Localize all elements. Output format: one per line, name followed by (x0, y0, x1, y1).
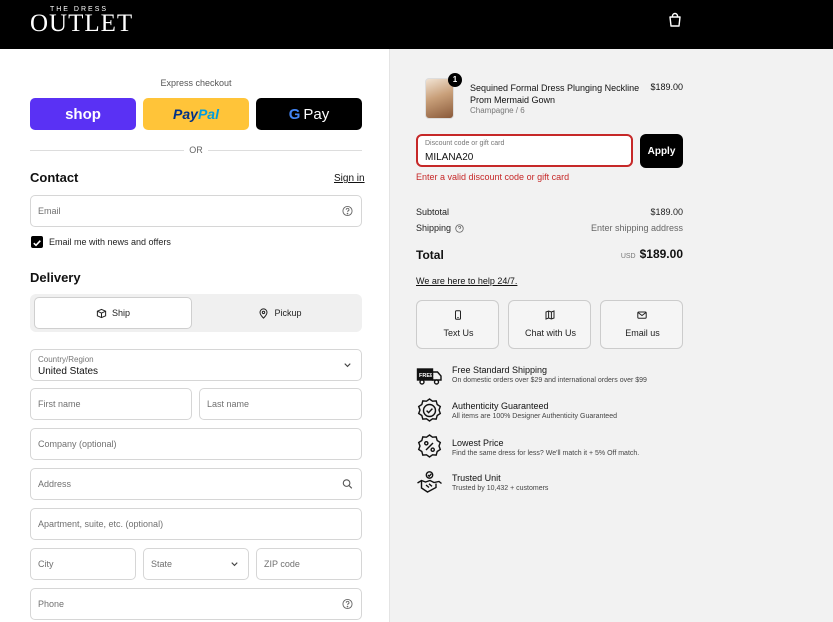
email-us-button[interactable]: Email us (600, 300, 683, 349)
checkmark-icon (33, 240, 41, 247)
first-name-placeholder: First name (38, 399, 81, 409)
google-g-icon: G (288, 105, 301, 123)
logo-big-text: OUTLET (30, 10, 134, 37)
subtotal-label: Subtotal (416, 207, 450, 217)
pickup-label: Pickup (274, 308, 302, 318)
country-select[interactable]: Country/Region United States (30, 349, 362, 381)
quantity-badge: 1 (448, 73, 462, 87)
feature-subtitle: Trusted by 10,432 + customers (452, 485, 549, 492)
feature-title: Authenticity Guaranteed (452, 401, 549, 411)
chat-with-us-button[interactable]: Chat with Us (508, 300, 591, 349)
news-checkbox[interactable] (31, 236, 43, 248)
state-placeholder: State (151, 559, 173, 569)
paypal-button[interactable]: Pay Pal (143, 98, 249, 130)
sign-in-link[interactable]: Sign in (334, 173, 365, 184)
product-variant: Champagne / 6 (470, 106, 525, 115)
apartment-placeholder: Apartment, suite, etc. (optional) (38, 519, 164, 529)
first-name-field[interactable]: First name (30, 388, 192, 420)
express-checkout-title: Express checkout (160, 78, 232, 88)
percent-icon (417, 434, 442, 458)
google-pay-button[interactable]: G Pay (256, 98, 362, 130)
delivery-method-toggle: Ship Pickup (30, 294, 362, 332)
help-circle-icon[interactable] (455, 223, 464, 233)
ship-option[interactable]: Ship (34, 297, 192, 329)
phone-icon (455, 310, 461, 320)
last-name-field[interactable]: Last name (199, 388, 362, 420)
news-checkbox-label: Email me with news and offers (49, 237, 171, 247)
chevron-down-icon (344, 363, 351, 368)
feature-title: Lowest Price (452, 438, 504, 448)
total-amount: USD $189.00 (563, 247, 683, 261)
chat-with-us-label: Chat with Us (524, 328, 577, 338)
help-circle-icon[interactable] (342, 205, 353, 217)
paypal-label-b: Pal (197, 106, 219, 122)
address-placeholder: Address (38, 479, 72, 489)
badge-check-icon (417, 398, 442, 422)
currency-code: USD (620, 253, 636, 260)
discount-code-input[interactable]: Discount code or gift card MILANA20 (416, 134, 633, 167)
discount-label: Discount code or gift card (425, 140, 505, 147)
shipping-label: Shipping (416, 223, 452, 233)
brand-logo[interactable]: THE DRESS OUTLET (30, 6, 134, 37)
product-price: $189.00 (650, 82, 683, 92)
city-field[interactable]: City (30, 548, 136, 580)
shop-pay-label: shop (65, 105, 101, 123)
help-circle-icon[interactable] (342, 598, 353, 610)
handshake-icon (417, 471, 442, 493)
paypal-label-a: Pay (173, 106, 198, 122)
help-link[interactable]: We are here to help 24/7. (416, 276, 517, 286)
state-select[interactable]: State (143, 548, 249, 580)
country-label: Country/Region (38, 355, 94, 364)
zip-placeholder: ZIP code (264, 559, 300, 569)
total-label: Total (416, 248, 444, 262)
shopping-bag-icon[interactable] (667, 12, 683, 28)
feature-title: Trusted Unit (452, 473, 501, 483)
text-us-button[interactable]: Text Us (416, 300, 499, 349)
svg-text:FREE: FREE (419, 373, 434, 379)
google-pay-label: Pay (303, 105, 330, 123)
address-field[interactable]: Address (30, 468, 362, 500)
subtotal-value: $189.00 (650, 207, 683, 217)
chevron-down-icon (231, 562, 238, 567)
delivery-heading: Delivery (30, 270, 81, 285)
shipping-row: Shipping (416, 223, 464, 233)
apartment-field[interactable]: Apartment, suite, etc. (optional) (30, 508, 362, 540)
feature-subtitle: On domestic orders over $29 and internat… (452, 377, 647, 384)
or-label: OR (184, 145, 208, 155)
last-name-placeholder: Last name (207, 399, 250, 409)
company-field[interactable]: Company (optional) (30, 428, 362, 460)
box-icon (96, 308, 107, 318)
feature-subtitle: Find the same dress for less? We'll matc… (452, 450, 640, 457)
text-us-label: Text Us (443, 328, 474, 338)
discount-error-message: Enter a valid discount code or gift card (416, 172, 570, 182)
ship-label: Ship (111, 308, 130, 318)
truck-icon: FREE (416, 368, 442, 385)
shipping-value: Enter shipping address (590, 223, 683, 233)
map-pin-icon (259, 307, 268, 319)
chat-icon (545, 310, 555, 320)
email-us-label: Email us (625, 328, 660, 338)
apply-button[interactable]: Apply (640, 134, 683, 168)
country-value: United States (38, 366, 99, 377)
email-placeholder: Email (38, 206, 61, 216)
discount-value: MILANA20 (425, 152, 474, 163)
total-value: $189.00 (639, 247, 683, 261)
zip-field[interactable]: ZIP code (256, 548, 362, 580)
company-placeholder: Company (optional) (38, 439, 117, 449)
header-bar: THE DRESS OUTLET (0, 0, 833, 49)
phone-field[interactable]: Phone (30, 588, 362, 620)
phone-placeholder: Phone (38, 599, 65, 609)
product-title: Sequined Formal Dress Plunging Neckline … (470, 83, 640, 105)
feature-subtitle: All items are 100% Designer Authenticity… (452, 413, 617, 420)
mail-icon (637, 311, 647, 319)
pickup-option[interactable]: Pickup (200, 297, 360, 329)
city-placeholder: City (38, 559, 54, 569)
search-icon (342, 479, 353, 489)
feature-title: Free Standard Shipping (452, 365, 548, 375)
shop-pay-button[interactable]: shop (30, 98, 136, 130)
email-field[interactable]: Email (30, 195, 362, 227)
contact-heading: Contact (30, 170, 79, 185)
